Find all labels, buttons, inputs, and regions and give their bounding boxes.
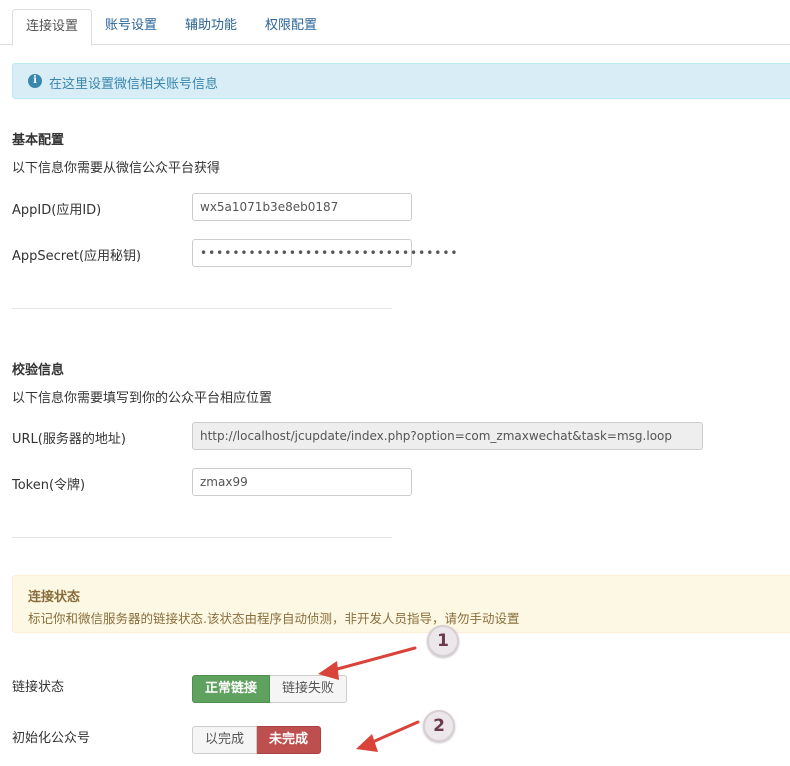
annotation-arrows bbox=[318, 646, 420, 752]
annotation-badge-1: 1 bbox=[427, 625, 459, 657]
annotation-badge-2: 2 bbox=[423, 710, 455, 742]
arrow-2 bbox=[356, 720, 420, 752]
arrow-1 bbox=[318, 646, 417, 680]
